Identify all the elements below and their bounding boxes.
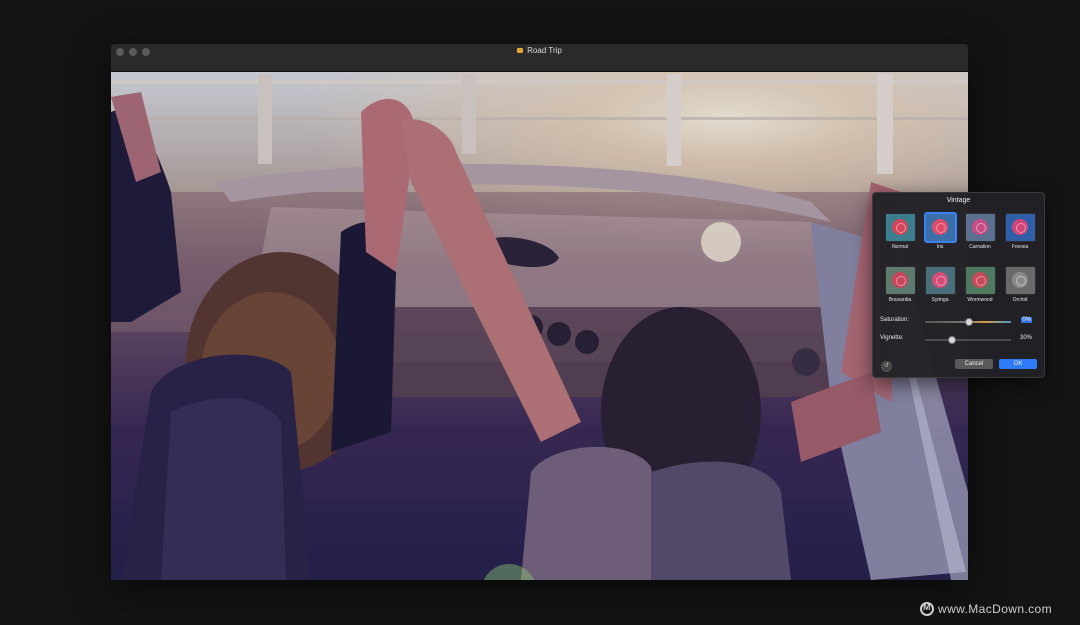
app-window: Road Trip	[111, 44, 968, 580]
preset-orchid[interactable]: Orchid	[1003, 266, 1037, 303]
preset-iris[interactable]: Iris	[923, 213, 957, 250]
preset-carnation[interactable]: Carnation	[963, 213, 997, 250]
rose-icon	[971, 272, 988, 288]
rose-icon	[931, 219, 948, 235]
saturation-slider[interactable]	[925, 318, 1011, 326]
saturation-value[interactable]: 0%	[1021, 317, 1032, 323]
preset-label: Syringa	[931, 297, 949, 303]
saturation-row: Saturation: 0%	[880, 317, 1038, 326]
macdown-logo-icon	[920, 602, 934, 616]
preset-label: Orchid	[1012, 297, 1028, 303]
saturation-label: Saturation:	[880, 317, 910, 323]
watermark: www.MacDown.com	[920, 602, 1052, 616]
photo-image	[111, 72, 968, 580]
title-bar: Road Trip	[111, 44, 968, 72]
preset-label: Normal	[891, 244, 909, 250]
vignette-row: Vignette: 30%	[880, 335, 1038, 344]
ok-button[interactable]: OK	[999, 359, 1037, 369]
preset-syringa[interactable]: Syringa	[923, 266, 957, 303]
vignette-label: Vignette:	[880, 335, 904, 341]
preset-thumbnail	[884, 266, 916, 295]
preset-label: Wormwood	[967, 297, 993, 303]
rose-icon	[1011, 219, 1028, 235]
preset-bouvardia[interactable]: Bouvardia	[883, 266, 917, 303]
preset-thumbnail	[924, 213, 956, 242]
cancel-button[interactable]: Cancel	[955, 359, 993, 369]
preset-normal[interactable]: Normal	[883, 213, 917, 250]
rose-icon	[971, 219, 988, 235]
preset-label: Bouvardia	[888, 297, 912, 303]
preset-thumbnail	[964, 266, 996, 295]
preset-thumbnail	[1004, 213, 1036, 242]
photo-canvas[interactable]	[111, 72, 968, 580]
document-icon	[517, 48, 524, 54]
watermark-text: www.MacDown.com	[938, 602, 1053, 616]
preset-freesia[interactable]: Freesia	[1003, 213, 1037, 250]
preset-label: Freesia	[1011, 244, 1029, 250]
preset-thumbnail	[1004, 266, 1036, 295]
preset-label: Carnation	[969, 244, 991, 250]
preset-thumbnail	[964, 213, 996, 242]
revert-icon[interactable]: ↺	[881, 361, 892, 372]
preset-thumbnail	[884, 213, 916, 242]
preset-thumbnail	[924, 266, 956, 295]
saturation-slider-knob[interactable]	[965, 318, 973, 326]
rose-icon	[891, 219, 908, 235]
preset-label: Iris	[936, 244, 944, 250]
window-title: Road Trip	[111, 46, 968, 56]
vignette-slider-knob[interactable]	[948, 336, 956, 344]
rose-icon	[891, 272, 908, 288]
rose-icon	[1011, 272, 1028, 288]
preset-wormwood[interactable]: Wormwood	[963, 266, 997, 303]
panel-title: Vintage	[946, 197, 971, 204]
vignette-slider[interactable]	[925, 336, 1011, 344]
vintage-panel: Vintage Normal Iris Carnation Freesia Bo…	[872, 192, 1045, 378]
vignette-value[interactable]: 30%	[1020, 335, 1032, 341]
rose-icon	[931, 272, 948, 288]
